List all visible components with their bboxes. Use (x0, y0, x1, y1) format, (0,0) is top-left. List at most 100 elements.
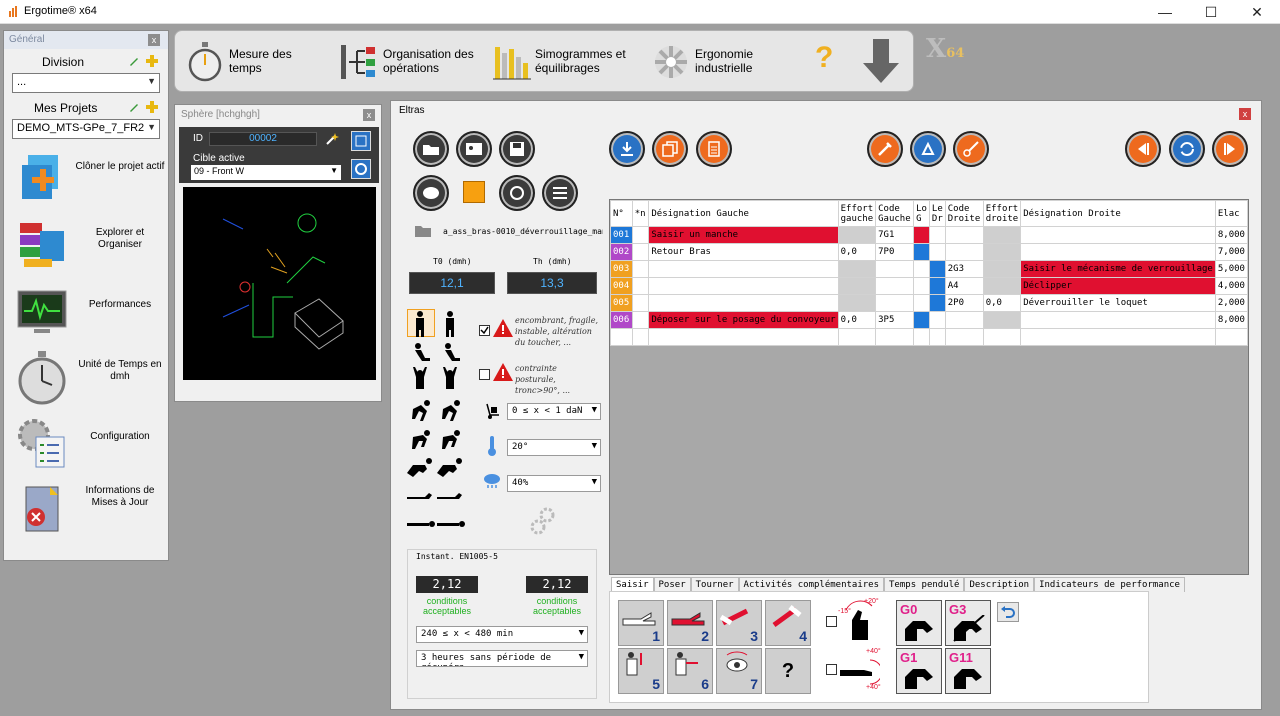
general-panel-close-button[interactable]: x (148, 34, 160, 46)
col-n[interactable]: N° (610, 200, 633, 227)
cell-star[interactable] (631, 260, 650, 278)
open-folder-button[interactable] (413, 131, 449, 167)
sphere-save-button[interactable] (351, 131, 371, 151)
cell-effort-left[interactable] (837, 277, 877, 295)
cell-star[interactable] (631, 294, 650, 312)
refresh-button[interactable] (1169, 131, 1205, 167)
cell-designation-right[interactable] (1020, 226, 1216, 244)
cell-code-left[interactable] (875, 277, 915, 295)
grasp-7-button[interactable]: 7 (716, 648, 762, 694)
t0-field[interactable]: 12,1 (409, 272, 495, 294)
grasp-2-button[interactable]: 2 (667, 600, 713, 646)
wrist-angle-checkbox-2[interactable] (826, 664, 837, 675)
cell-empty[interactable] (837, 328, 877, 346)
toolbar-time-measure[interactable]: Mesure des temps (185, 37, 325, 87)
cell-effort-left[interactable]: 0,0 (837, 243, 877, 261)
cell-empty[interactable] (928, 328, 946, 346)
edit-pencil-icon[interactable] (128, 101, 140, 113)
cell-elac[interactable]: 8,000 (1214, 226, 1249, 244)
tab-tourner[interactable]: Tourner (690, 577, 739, 592)
cell-code-left[interactable] (875, 260, 915, 278)
sphere-refresh-button[interactable] (351, 159, 371, 179)
cell-code-left[interactable]: 7G1 (875, 226, 915, 244)
col-code-left[interactable]: Code Gauche (875, 200, 915, 227)
col-lo-g[interactable]: Lo G (913, 200, 930, 227)
tool-orange-2-button[interactable] (953, 131, 989, 167)
contact-card-button[interactable] (456, 131, 492, 167)
save-button[interactable] (499, 131, 535, 167)
tool-blue-button[interactable] (910, 131, 946, 167)
cell-elac[interactable]: 4,000 (1214, 277, 1249, 295)
cell-code-left[interactable]: 3P5 (875, 311, 915, 329)
cell-number[interactable]: 002 (610, 243, 633, 261)
cell-number[interactable]: 006 (610, 311, 633, 329)
paste-button[interactable] (696, 131, 732, 167)
cell-designation-left[interactable] (648, 260, 839, 278)
cell-effort-right[interactable] (982, 260, 1022, 278)
cell-code-right[interactable]: 2G3 (944, 260, 984, 278)
cell-designation-right[interactable]: Déverrouiller le loquet (1020, 294, 1216, 312)
close-button[interactable]: ✕ (1234, 0, 1280, 24)
cell-star[interactable] (631, 277, 650, 295)
cell-number[interactable]: 001 (610, 226, 633, 244)
eltras-close-button[interactable]: x (1239, 108, 1251, 120)
id-field[interactable]: 00002 (209, 132, 317, 146)
grasp-g1-button[interactable]: G1 (896, 648, 942, 694)
help-button[interactable]: ? (815, 41, 833, 75)
cell-effort-left[interactable] (837, 294, 877, 312)
list-button[interactable] (542, 175, 578, 211)
cible-select[interactable]: 09 - Front W ▼ (191, 165, 341, 180)
cell-star[interactable] (631, 243, 650, 261)
grasp-5-button[interactable]: 5 (618, 648, 664, 694)
grasp-1-button[interactable]: 1 (618, 600, 664, 646)
col-elac[interactable]: Elac (1214, 200, 1249, 227)
cell-code-right[interactable]: 2P0 (944, 294, 984, 312)
toolbar-simogrammes[interactable]: Simogrammes et équilibrages (491, 37, 641, 87)
table-row[interactable]: 004 A4 Déclipper 4,000 (610, 277, 1249, 295)
nav-performances[interactable]: Performances (10, 279, 166, 345)
cell-effort-right[interactable]: 0,0 (982, 294, 1022, 312)
table-row[interactable]: 001 Saisir un manche 7G1 8,000 (610, 226, 1249, 244)
palette-button[interactable] (413, 175, 449, 211)
division-select[interactable]: ... ▼ (12, 73, 160, 93)
cell-star[interactable] (631, 226, 650, 244)
cell-star[interactable] (631, 311, 650, 329)
cell-code-right[interactable] (944, 226, 984, 244)
tab-activites[interactable]: Activités complémentaires (738, 577, 885, 592)
temperature-select[interactable]: 20° ▼ (507, 439, 601, 456)
cell-lo-g[interactable] (913, 226, 930, 244)
grasp-g0-button[interactable]: G0 (896, 600, 942, 646)
humidity-select[interactable]: 40% ▼ (507, 475, 601, 492)
cell-elac[interactable]: 8,000 (1214, 311, 1249, 329)
cell-empty[interactable] (610, 328, 633, 346)
maximize-button[interactable]: ☐ (1188, 0, 1234, 24)
table-row[interactable]: 003 2G3 Saisir le mécanisme de verrouillag… (610, 260, 1249, 278)
edit-pencil-icon[interactable] (128, 55, 140, 67)
cell-designation-left[interactable] (648, 277, 839, 295)
previous-button[interactable] (1125, 131, 1161, 167)
nav-configuration[interactable]: Configuration (10, 411, 166, 477)
cell-effort-right[interactable] (982, 277, 1022, 295)
cell-empty[interactable] (648, 328, 839, 346)
cell-empty[interactable] (913, 328, 930, 346)
col-le-dr[interactable]: Le Dr (928, 200, 946, 227)
cell-effort-left[interactable]: 0,0 (837, 311, 877, 329)
cell-number[interactable]: 005 (610, 294, 633, 312)
cell-code-left[interactable]: 7P0 (875, 243, 915, 261)
wrist-angle-checkbox-1[interactable] (826, 616, 837, 627)
minimize-button[interactable]: — (1142, 0, 1188, 24)
cell-effort-left[interactable] (837, 260, 877, 278)
import-button[interactable] (609, 131, 645, 167)
nav-time-unit[interactable]: Unité de Temps en dmh (10, 345, 166, 411)
wand-icon[interactable] (325, 132, 339, 146)
cell-empty[interactable] (944, 328, 984, 346)
cell-designation-right[interactable] (1020, 243, 1216, 261)
nav-updates[interactable]: Informations de Mises à Jour (10, 477, 166, 543)
table-row[interactable]: 005 2P0 0,0 Déverrouiller le loquet 2,000 (610, 294, 1249, 312)
col-effort-right[interactable]: Effort droite (982, 200, 1022, 227)
grasp-unknown-button[interactable]: ? (765, 648, 811, 694)
cell-empty[interactable] (1214, 328, 1249, 346)
cell-lo-g[interactable] (913, 311, 930, 329)
cell-lo-g[interactable] (913, 294, 930, 312)
cell-empty[interactable] (982, 328, 1022, 346)
